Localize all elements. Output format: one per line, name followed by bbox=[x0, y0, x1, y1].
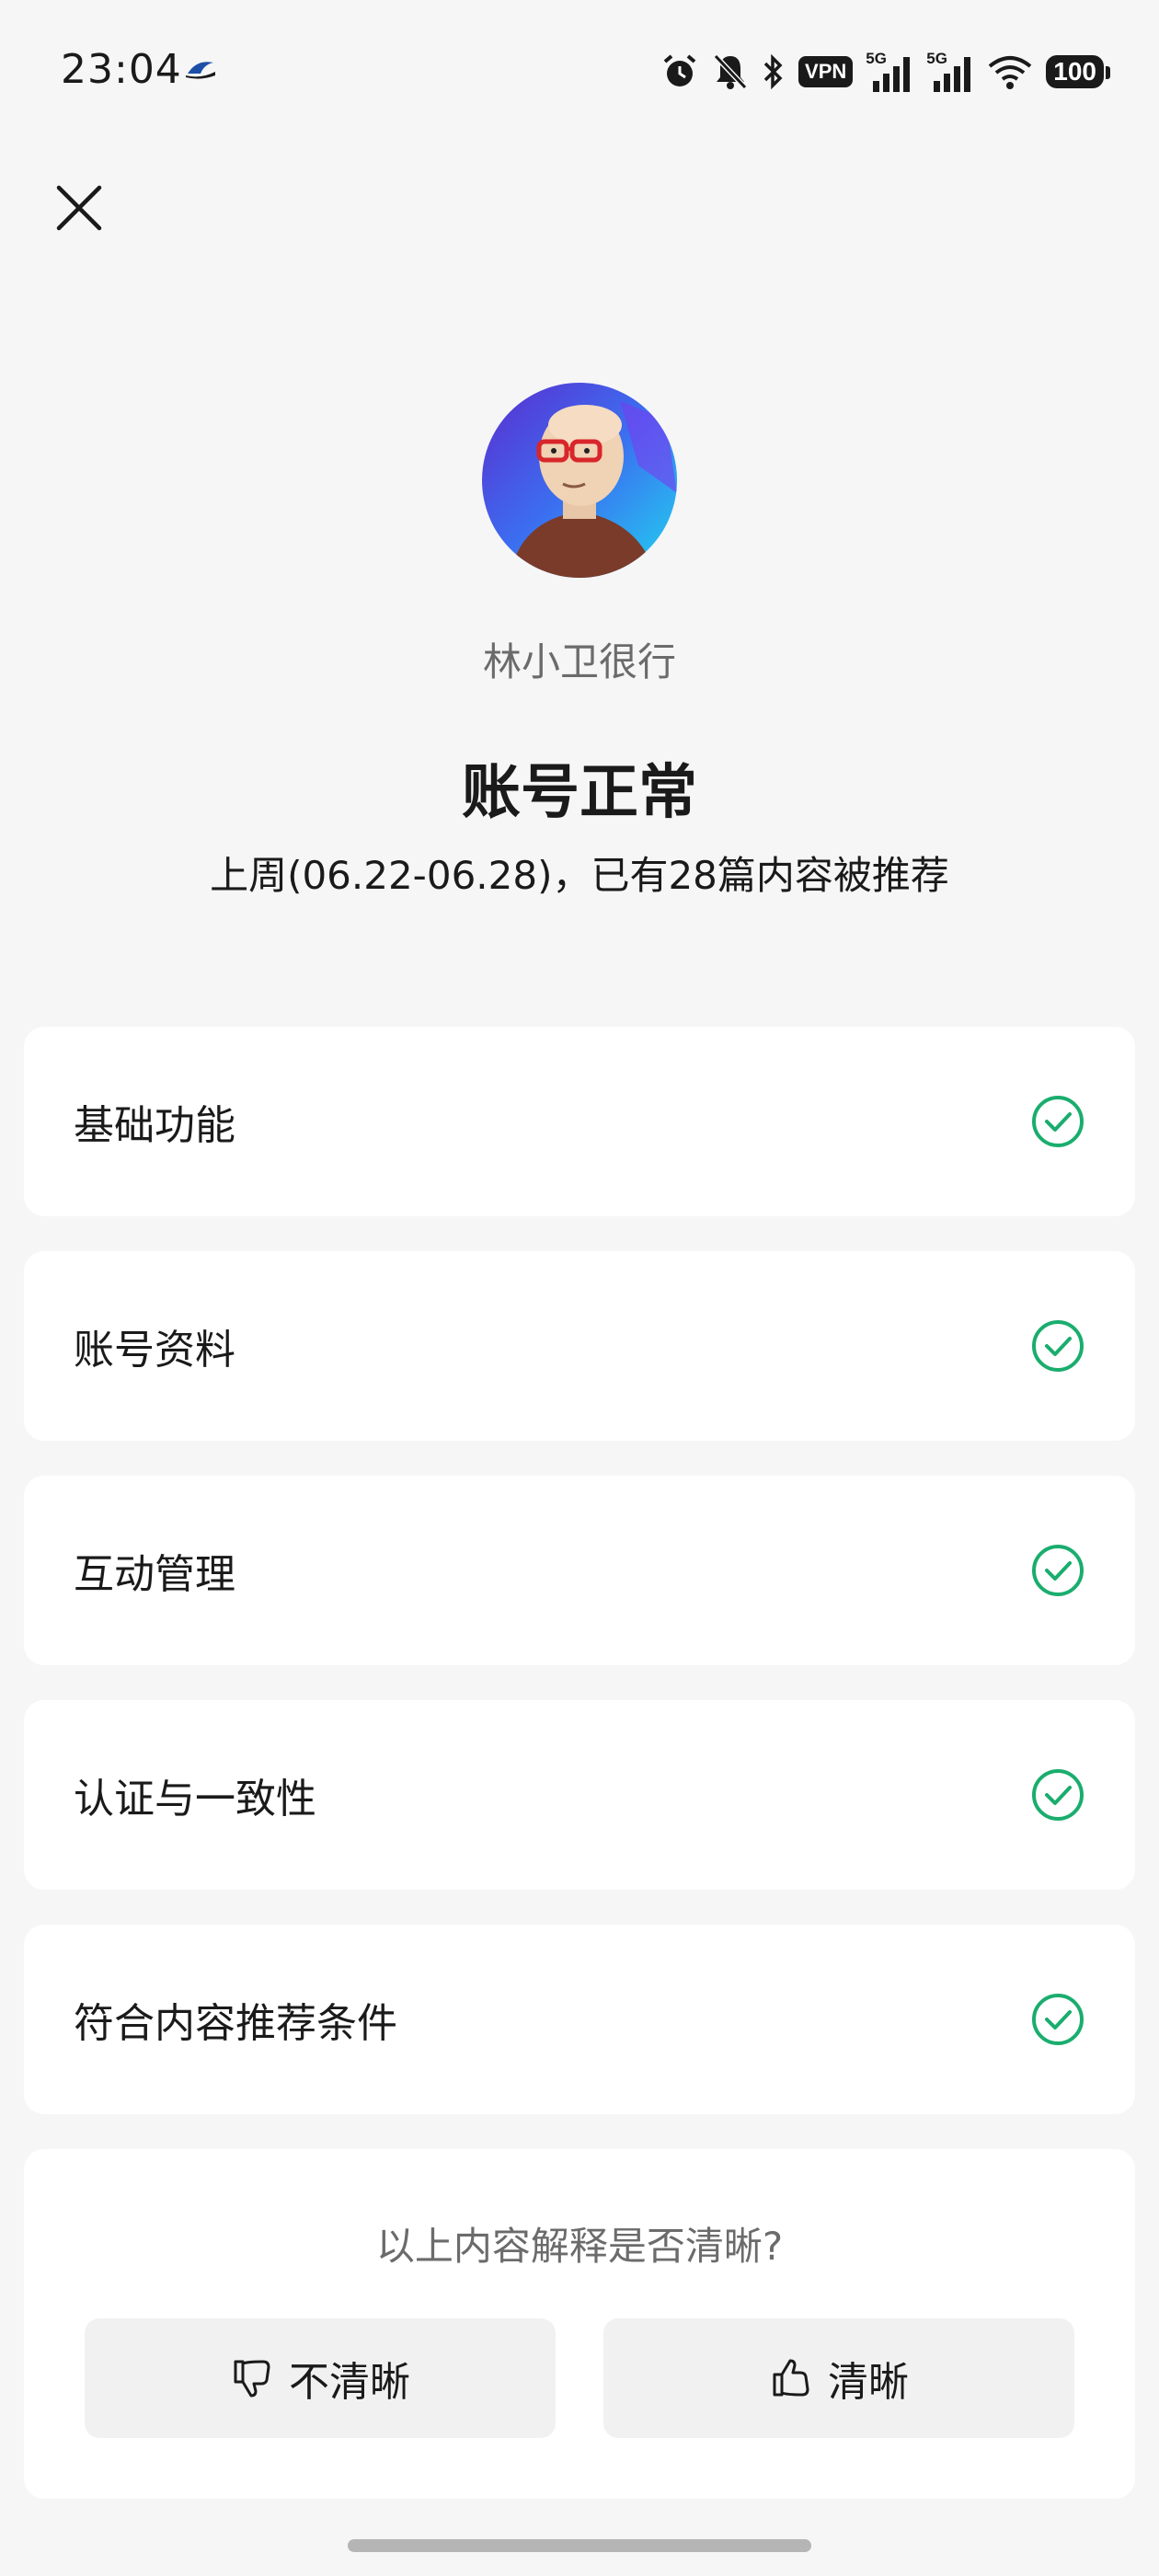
check-circle-icon bbox=[1032, 1994, 1084, 2045]
signal-icon: 5G bbox=[926, 50, 974, 94]
signal-icon: 5G bbox=[866, 50, 913, 94]
app-notification-icon bbox=[186, 62, 215, 79]
clear-button[interactable]: 清晰 bbox=[603, 2318, 1074, 2438]
status-bar: 23:04 VPN 5G 5G 100 bbox=[0, 0, 1159, 138]
check-item-label: 账号资料 bbox=[74, 1327, 235, 1374]
bluetooth-icon bbox=[762, 53, 786, 90]
vpn-icon: VPN bbox=[798, 56, 854, 87]
check-item-label: 认证与一致性 bbox=[74, 1776, 316, 1823]
page-title: 账号正常 bbox=[462, 759, 697, 827]
check-circle-icon bbox=[1032, 1096, 1084, 1147]
home-indicator[interactable] bbox=[348, 2539, 811, 2552]
avatar[interactable] bbox=[482, 383, 677, 578]
check-item-label: 互动管理 bbox=[74, 1551, 235, 1598]
status-icons: VPN 5G 5G 100 bbox=[660, 46, 1110, 98]
account-name: 林小卫很行 bbox=[482, 639, 676, 684]
thumbs-up-icon bbox=[773, 2359, 809, 2397]
alarm-icon bbox=[660, 52, 699, 91]
status-time: 23:04 bbox=[61, 46, 182, 93]
screen: 23:04 VPN 5G 5G 100 林小卫很行 账号正常 上周(06.22-… bbox=[0, 0, 1159, 2576]
close-icon bbox=[56, 185, 102, 231]
unclear-button[interactable]: 不清晰 bbox=[85, 2318, 556, 2438]
check-item-recommendation-eligibility[interactable]: 符合内容推荐条件 bbox=[24, 1925, 1135, 2114]
unclear-button-label: 不清晰 bbox=[289, 2359, 410, 2406]
check-circle-icon bbox=[1032, 1545, 1084, 1596]
thumbs-down-icon bbox=[234, 2360, 270, 2398]
check-item-account-profile[interactable]: 账号资料 bbox=[24, 1251, 1135, 1441]
check-item-basic-functions[interactable]: 基础功能 bbox=[24, 1027, 1135, 1216]
check-item-label: 符合内容推荐条件 bbox=[74, 2000, 397, 2047]
close-button[interactable] bbox=[52, 180, 107, 236]
check-item-verification-consistency[interactable]: 认证与一致性 bbox=[24, 1700, 1135, 1890]
battery-icon: 100 bbox=[1046, 55, 1110, 88]
check-item-label: 基础功能 bbox=[74, 1102, 235, 1149]
feedback-card: 以上内容解释是否清晰? 不清晰 清晰 bbox=[24, 2149, 1135, 2499]
status-description: 上周(06.22-06.28)，已有28篇内容被推荐 bbox=[210, 853, 949, 898]
feedback-question: 以上内容解释是否清晰? bbox=[375, 2224, 784, 2269]
check-item-interaction-management[interactable]: 互动管理 bbox=[24, 1476, 1135, 1665]
clear-button-label: 清晰 bbox=[828, 2359, 909, 2406]
check-circle-icon bbox=[1032, 1320, 1084, 1372]
wifi-icon bbox=[987, 53, 1033, 90]
avatar-portrait-icon bbox=[482, 383, 677, 578]
check-circle-icon bbox=[1032, 1769, 1084, 1821]
bell-off-icon bbox=[712, 52, 749, 91]
